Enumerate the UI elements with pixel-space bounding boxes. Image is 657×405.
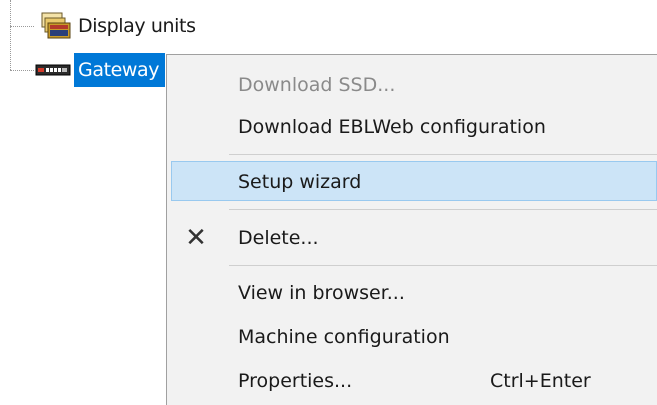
tree-connector-horizontal	[10, 26, 34, 27]
gateway-device-icon	[34, 53, 74, 87]
menu-item-label: Download SSD...	[238, 74, 396, 96]
context-menu: Download SSD... Download EBLWeb configur…	[166, 54, 657, 405]
menu-separator	[229, 265, 657, 266]
menu-item-delete[interactable]: ✕ Delete...	[171, 218, 657, 258]
tree-node-label: Gateway	[74, 53, 166, 87]
delete-x-icon: ✕	[185, 223, 207, 253]
menu-item-label: View in browser...	[238, 282, 405, 304]
menu-item-view-in-browser[interactable]: View in browser...	[171, 273, 657, 313]
menu-item-shortcut: Ctrl+Enter	[490, 370, 591, 392]
menu-item-machine-configuration[interactable]: Machine configuration	[171, 317, 657, 357]
menu-item-download-eblweb-configuration[interactable]: Download EBLWeb configuration	[171, 107, 657, 147]
tree-node-label: Display units	[78, 15, 196, 37]
menu-separator	[229, 209, 657, 210]
tree-connector-vertical	[10, 0, 11, 70]
menu-item-properties[interactable]: Properties... Ctrl+Enter	[171, 361, 657, 401]
menu-item-label: Setup wizard	[238, 171, 362, 193]
screen: Display units Gateway Download SSD... Do…	[0, 0, 657, 405]
menu-item-download-ssd: Download SSD...	[171, 65, 657, 105]
menu-item-label: Download EBLWeb configuration	[238, 116, 546, 138]
menu-item-label: Delete...	[238, 227, 319, 249]
tree-node-display-units[interactable]: Display units	[34, 9, 202, 43]
menu-item-label: Properties...	[238, 370, 353, 392]
tree-node-gateway[interactable]: Gateway	[34, 53, 166, 87]
menu-item-setup-wizard[interactable]: Setup wizard	[171, 161, 657, 201]
menu-item-label: Machine configuration	[238, 326, 450, 348]
tree-connector-horizontal	[10, 70, 34, 71]
menu-separator	[229, 154, 657, 155]
display-units-icon	[34, 9, 74, 43]
